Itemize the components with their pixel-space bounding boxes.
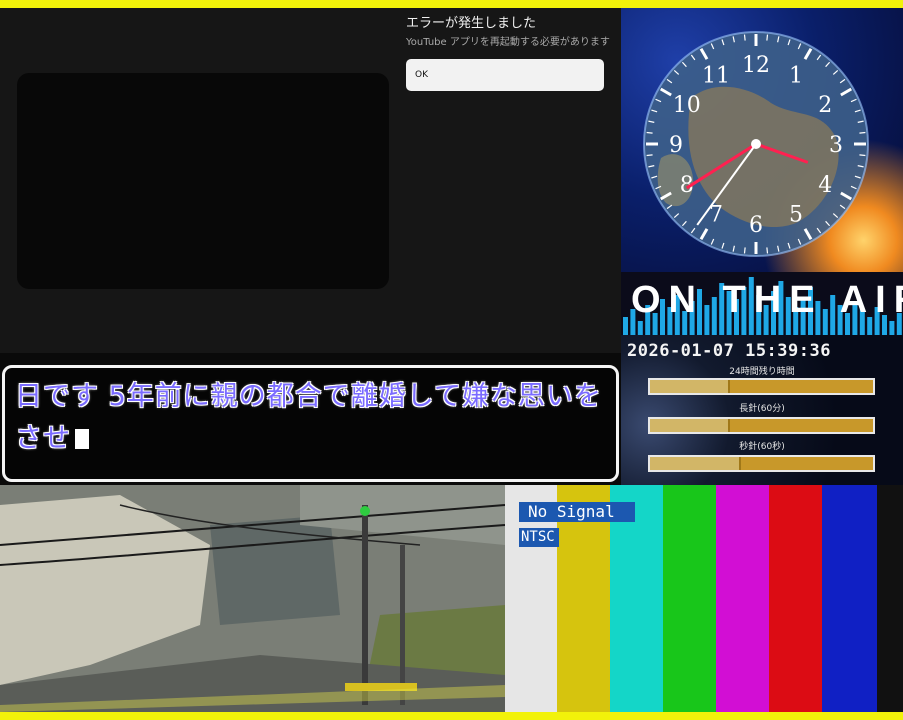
color-bar xyxy=(663,485,716,712)
clock-numeral: 9 xyxy=(669,133,683,158)
day-remaining-label: 24時間残り時間 xyxy=(729,367,795,377)
caption-line-2: させ xyxy=(15,416,89,455)
clock-tick xyxy=(646,131,653,134)
countdown-panel: 2026-01-07 15:39:36 24時間残り時間 長針(60分) 秒針(… xyxy=(621,335,903,485)
equalizer-bar xyxy=(637,321,643,335)
top-frame-border xyxy=(0,0,903,8)
clock-tick xyxy=(859,154,866,157)
clock-numeral: 12 xyxy=(742,53,770,78)
minute-hand-fill xyxy=(650,419,731,432)
earth-clock-panel: 12 1 2 3 4 5 6 7 8 9 10 11 xyxy=(621,8,903,272)
equalizer-bar xyxy=(889,321,895,335)
clock-tick xyxy=(859,131,866,134)
caption-cursor xyxy=(75,429,89,449)
clock-numeral: 3 xyxy=(829,133,843,158)
minute-hand-label: 長針(60分) xyxy=(739,404,785,414)
minute-hand-bar xyxy=(648,417,875,434)
color-bar xyxy=(822,485,877,712)
caption-line-1: 日です 5年前に親の都合で離婚して嫌な思いを xyxy=(15,381,602,412)
second-hand-bar xyxy=(648,455,875,472)
clock-numeral: 10 xyxy=(673,93,701,118)
color-bar xyxy=(716,485,769,712)
error-message: YouTube アプリを再起動する必要があります xyxy=(406,37,610,48)
clock-numeral: 11 xyxy=(702,64,730,89)
youtube-error-panel: エラーが発生しました YouTube アプリを再起動する必要があります OK xyxy=(0,8,621,363)
video-placeholder xyxy=(17,73,389,289)
ok-button[interactable]: OK xyxy=(406,59,604,91)
clock-numeral: 6 xyxy=(749,213,763,238)
second-hand-fill xyxy=(650,457,742,470)
clock-tick xyxy=(646,154,653,157)
color-bar-test-pattern: No Signal NTSC xyxy=(505,485,903,712)
clock-numeral: 4 xyxy=(818,173,832,198)
day-remaining-fill xyxy=(650,380,731,393)
clock-tick xyxy=(743,34,746,41)
clock-numeral: 1 xyxy=(789,64,803,89)
error-title: エラーが発生しました xyxy=(406,16,537,31)
bottom-frame-border xyxy=(0,712,903,720)
traffic-light xyxy=(360,506,370,516)
equalizer-bar xyxy=(623,317,628,335)
analog-clock: 12 1234567891011 xyxy=(643,31,869,257)
utility-pole xyxy=(362,505,368,705)
clock-tick xyxy=(766,34,769,41)
current-datetime: 2026-01-07 15:39:36 xyxy=(627,341,831,361)
clock-tick xyxy=(766,247,769,254)
second-hand-label: 秒針(60秒) xyxy=(739,442,785,452)
on-air-visualizer: ON THE AIR xyxy=(621,272,903,335)
caption-box: 日です 5年前に親の都合で離婚して嫌な思いを させ xyxy=(2,365,619,482)
clock-center-pin xyxy=(751,139,761,149)
day-remaining-bar xyxy=(648,378,875,395)
caption-line-2-text: させ xyxy=(15,423,71,454)
clock-tick xyxy=(743,247,746,254)
color-bar xyxy=(877,485,903,712)
color-bar xyxy=(769,485,822,712)
on-air-text: ON THE AIR xyxy=(631,279,903,321)
no-signal-label: No Signal xyxy=(519,502,635,522)
ntsc-label: NTSC xyxy=(519,528,559,547)
clock-numeral: 2 xyxy=(818,93,832,118)
clock-numeral: 5 xyxy=(789,202,803,227)
street-camera-feed xyxy=(0,485,505,712)
